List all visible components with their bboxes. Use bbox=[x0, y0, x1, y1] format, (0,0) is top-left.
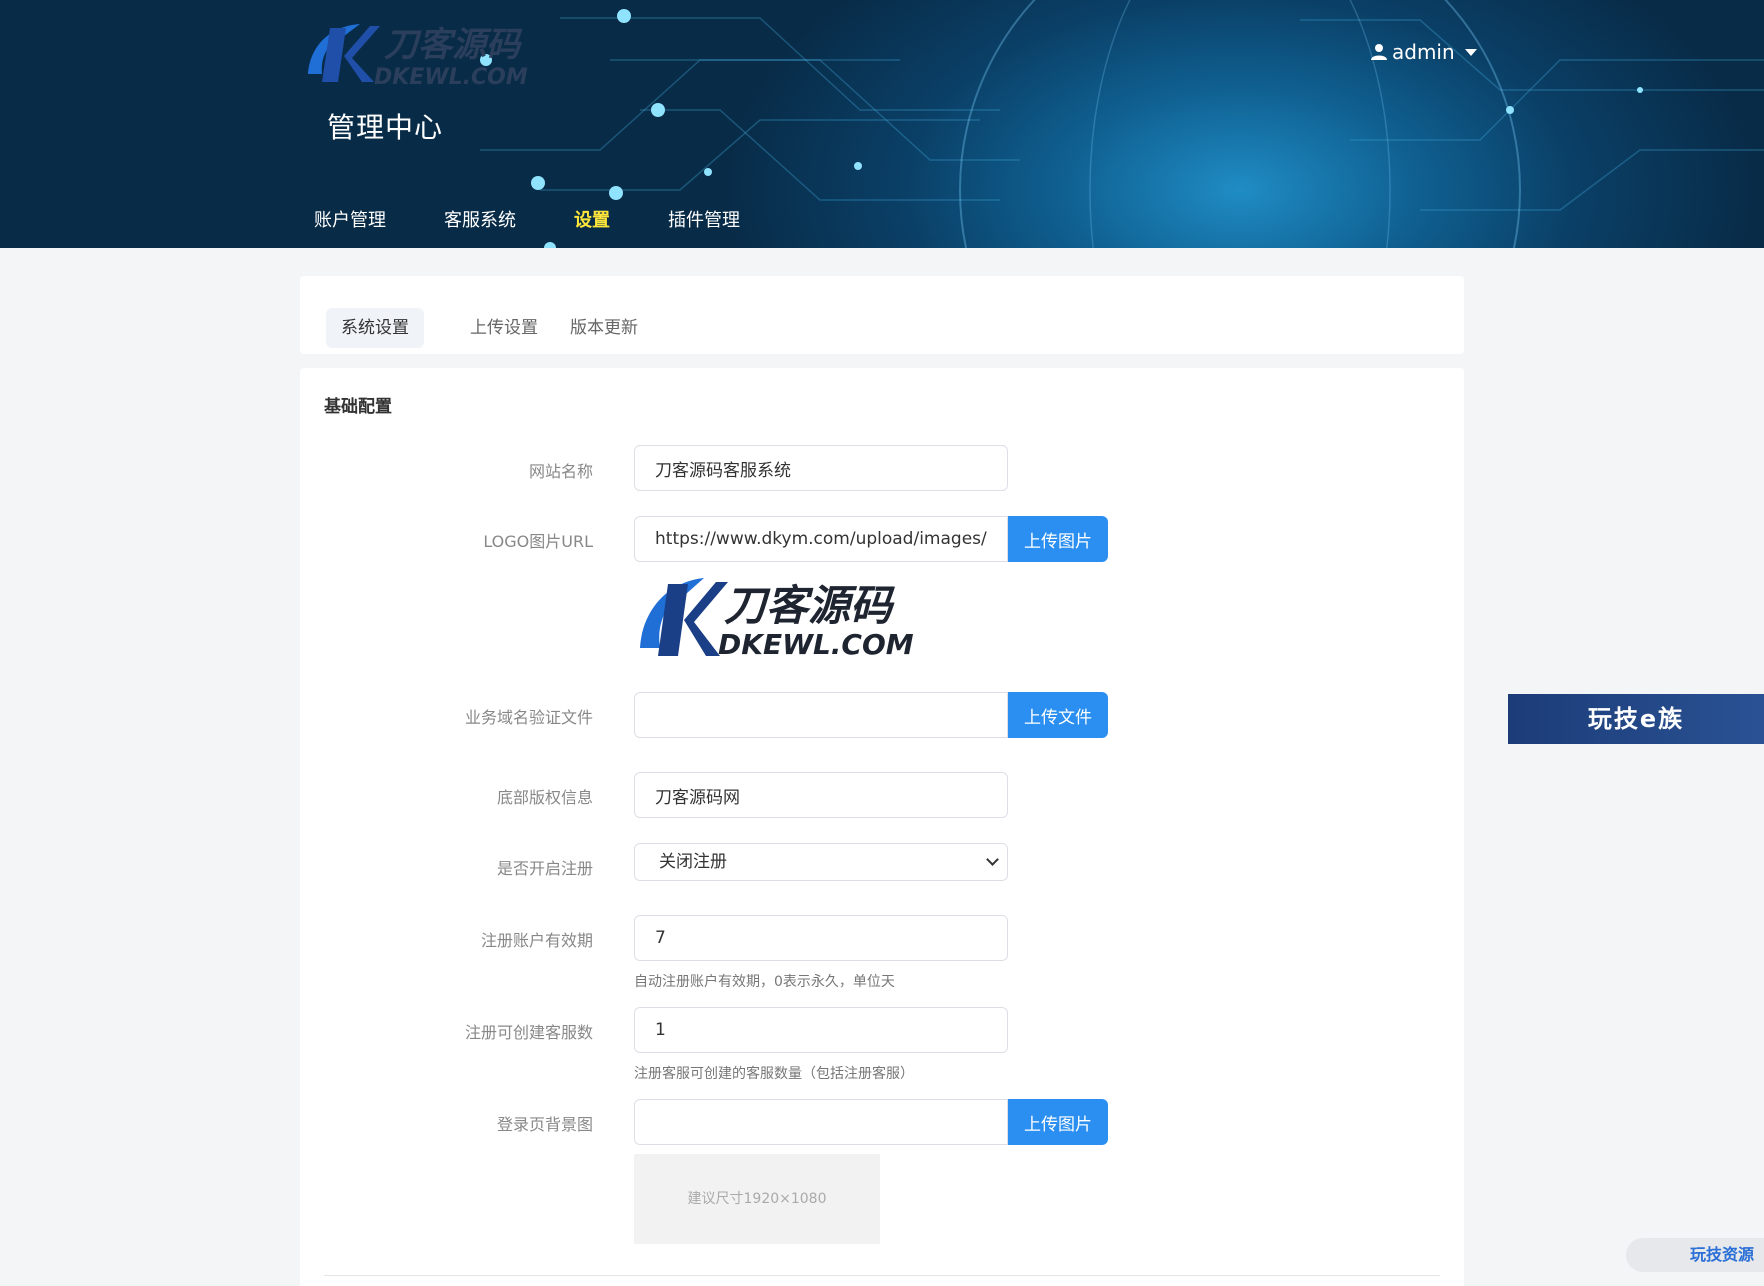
svg-text:DKEWL.COM: DKEWL.COM bbox=[374, 65, 528, 90]
chevron-down-icon bbox=[986, 853, 999, 866]
section-title: 基础配置 bbox=[324, 397, 392, 417]
logo-url-label: LOGO图片URL bbox=[483, 532, 593, 551]
page-title: 管理中心 bbox=[327, 111, 444, 144]
brand-logo: 刀客源码 DKEWL.COM bbox=[308, 24, 528, 90]
account-validity-help: 自动注册账户有效期，0表示永久，单位天 bbox=[634, 974, 895, 990]
nav-customer-service[interactable]: 客服系统 bbox=[440, 202, 520, 236]
service-count-input[interactable] bbox=[634, 1007, 1008, 1053]
login-bg-preview: 建议尺寸1920×1080 bbox=[634, 1154, 880, 1244]
copyright-label: 底部版权信息 bbox=[496, 788, 593, 807]
svg-text:刀客源码: 刀客源码 bbox=[384, 25, 523, 65]
service-count-help: 注册客服可创建的客服数量（包括注册客服） bbox=[634, 1066, 914, 1082]
divider bbox=[324, 1275, 1440, 1276]
registration-label: 是否开启注册 bbox=[496, 859, 593, 878]
logo-preview-image: 刀客源码 DKEWL.COM bbox=[640, 578, 914, 661]
registration-selected: 关闭注册 bbox=[659, 852, 727, 872]
copyright-input[interactable] bbox=[634, 772, 1008, 818]
nav-account-management[interactable]: 账户管理 bbox=[310, 202, 390, 236]
registration-select[interactable]: 关闭注册 bbox=[634, 843, 1008, 881]
user-name: admin bbox=[1392, 40, 1455, 64]
tab-upload-settings[interactable]: 上传设置 bbox=[455, 308, 553, 348]
nav-plugin-management[interactable]: 插件管理 bbox=[664, 202, 744, 236]
user-menu[interactable]: admin bbox=[1370, 40, 1477, 64]
upload-file-button[interactable]: 上传文件 bbox=[1008, 692, 1108, 738]
bottom-badge[interactable]: 玩技资源 bbox=[1626, 1238, 1764, 1272]
user-icon bbox=[1371, 44, 1387, 60]
main-nav: 账户管理 客服系统 设置 插件管理 bbox=[310, 202, 794, 236]
account-validity-label: 注册账户有效期 bbox=[480, 931, 593, 950]
site-name-input[interactable] bbox=[634, 445, 1008, 491]
service-count-label: 注册可创建客服数 bbox=[464, 1023, 593, 1042]
tab-system-settings[interactable]: 系统设置 bbox=[326, 308, 424, 348]
domain-verify-label: 业务域名验证文件 bbox=[464, 708, 593, 727]
svg-text:刀客源码: 刀客源码 bbox=[724, 581, 896, 630]
account-validity-input[interactable] bbox=[634, 915, 1008, 961]
site-name-label: 网站名称 bbox=[528, 462, 593, 481]
header: 刀客源码 DKEWL.COM 管理中心 admin 账户管理 客服系统 设置 插… bbox=[0, 0, 1764, 248]
chevron-down-icon bbox=[1464, 48, 1477, 56]
tab-version-update[interactable]: 版本更新 bbox=[555, 308, 653, 348]
side-banner[interactable]: 玩技e族 bbox=[1508, 694, 1764, 744]
settings-form-card: 基础配置 网站名称 LOGO图片URL 上传图片 刀客源码 DKEWL.COM … bbox=[300, 368, 1464, 1286]
domain-verify-input[interactable] bbox=[634, 692, 1008, 738]
login-bg-label: 登录页背景图 bbox=[496, 1115, 593, 1134]
nav-settings[interactable]: 设置 bbox=[570, 202, 614, 236]
login-bg-input[interactable] bbox=[634, 1099, 1008, 1145]
header-background-circuit bbox=[480, 0, 1764, 248]
logo-url-input[interactable] bbox=[634, 516, 1008, 562]
upload-logo-button[interactable]: 上传图片 bbox=[1008, 516, 1108, 562]
upload-bg-button[interactable]: 上传图片 bbox=[1008, 1099, 1108, 1145]
svg-text:DKEWL.COM: DKEWL.COM bbox=[718, 628, 914, 661]
settings-tabs: 系统设置 上传设置 版本更新 bbox=[300, 276, 1464, 354]
